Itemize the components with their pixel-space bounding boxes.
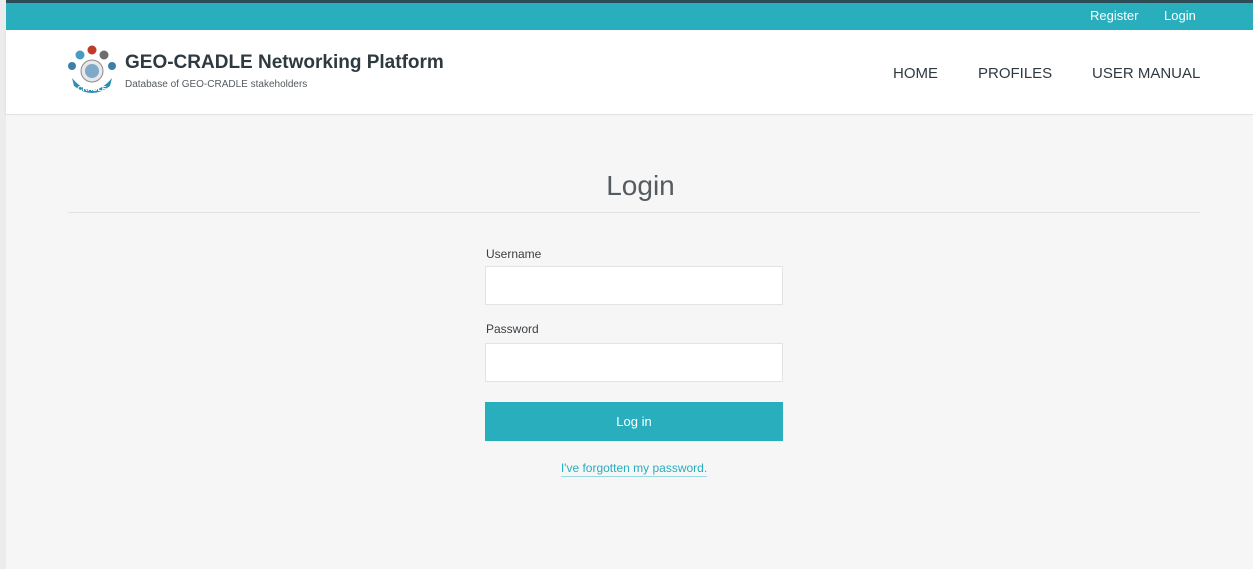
site-subtitle: Database of GEO-CRADLE stakeholders (125, 79, 308, 90)
logo-text: CRADLE (77, 86, 106, 93)
site-title[interactable]: GEO-CRADLE Networking Platform (125, 52, 444, 74)
nav-item-user-manual[interactable]: USER MANUAL (1092, 65, 1200, 82)
forgot-password-link[interactable]: I've forgotten my password. (485, 461, 783, 477)
username-input[interactable] (485, 266, 783, 305)
browser-viewport: Register Login CRADLE GEO-CRADLE Network… (0, 0, 1253, 569)
page-title: Login (606, 170, 675, 201)
nav-item-profiles[interactable]: PROFILES (978, 65, 1052, 82)
geo-cradle-logo-icon[interactable]: CRADLE (66, 44, 118, 96)
forgot-password-text: I've forgotten my password. (560, 461, 708, 477)
password-label: Password (486, 322, 539, 336)
title-divider (68, 212, 1200, 213)
main-content: Login Username Password Log in I've forg… (6, 116, 1253, 569)
login-button[interactable]: Log in (485, 402, 783, 441)
password-input[interactable] (485, 343, 783, 382)
nav-item-home[interactable]: HOME (893, 65, 938, 82)
register-link[interactable]: Register (1090, 8, 1138, 23)
login-link[interactable]: Login (1164, 8, 1196, 23)
username-label: Username (486, 247, 542, 261)
top-utility-bar: Register Login (6, 0, 1253, 30)
site-header: CRADLE GEO-CRADLE Networking Platform Da… (6, 30, 1253, 115)
